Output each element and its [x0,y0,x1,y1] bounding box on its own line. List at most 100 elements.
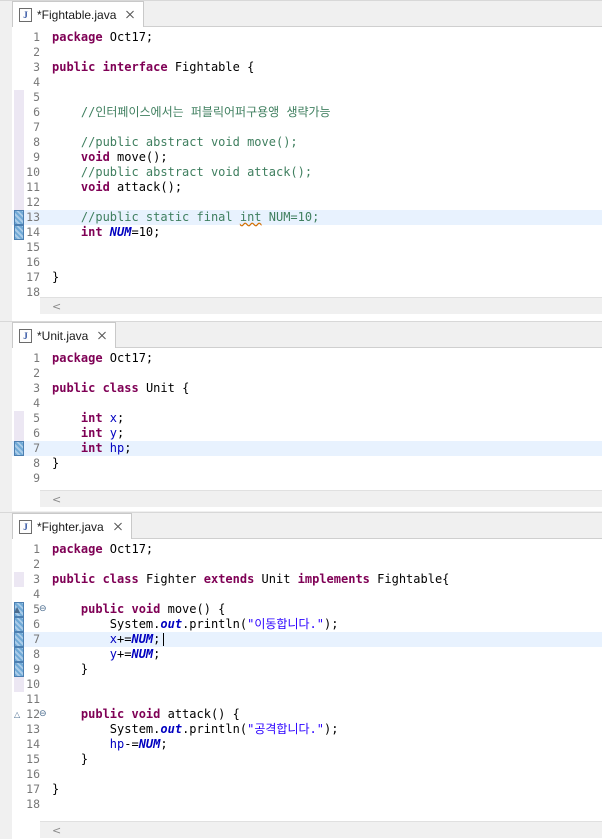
code-line[interactable]: 6 System.out.println("이동합니다."); [12,617,602,632]
change-marker[interactable] [14,647,24,662]
code-line[interactable]: 4 [12,396,602,411]
code-line[interactable]: 12 [12,195,602,210]
code-line[interactable]: 14 int NUM=10; [12,225,602,240]
code-line[interactable]: 6 //인터페이스에서는 퍼블릭어퍼구용앵 생략가능 [12,105,602,120]
code-line[interactable]: 17} [12,782,602,797]
close-icon[interactable] [96,330,107,341]
code-line[interactable]: 2 [12,366,602,381]
code-line[interactable]: 3 public class Fighter extends Unit imple… [12,572,602,587]
close-icon[interactable] [112,521,123,532]
code-text: public class Fighter extends Unit implem… [52,572,450,586]
code-text: } [52,752,89,766]
code-editor[interactable]: 18 17} 16 15 14 int NUM=10; 13 //public stati… [12,27,602,321]
horizontal-scrollbar[interactable]: < [40,490,602,507]
line-number: 5 [33,411,40,425]
horizontal-scrollbar[interactable]: < [40,297,602,314]
close-icon[interactable] [124,9,135,20]
code-line[interactable]: 4 [12,587,602,602]
diff-marker [14,572,24,587]
line-number: 2 [33,45,40,59]
line-number: 12 [26,707,40,721]
horizontal-scrollbar[interactable]: < [40,821,602,838]
code-line[interactable]: 3 public class Unit { [12,381,602,396]
code-text: int hp; [52,441,132,455]
code-line[interactable]: 15 [12,240,602,255]
code-text: package Oct17; [52,542,154,556]
code-line[interactable]: 7 x+=NUM; [12,632,602,647]
change-marker[interactable] [14,617,24,632]
code-line[interactable]: 13 System.out.println("공격합니다."); [12,722,602,737]
code-line[interactable]: 3 public interface Fightable { [12,60,602,75]
code-line[interactable]: 8} [12,456,602,471]
code-line[interactable]: 9 } [12,662,602,677]
java-file-icon: J [19,328,32,343]
code-line[interactable]: 7 [12,120,602,135]
code-line[interactable]: 5 int x; [12,411,602,426]
editor-tabbar: J *Unit.java [12,322,602,348]
code-line[interactable]: 15 } [12,752,602,767]
code-line[interactable]: 9 void move(); [12,150,602,165]
code-line[interactable]: 13 //public static final int NUM=10; [12,210,602,225]
change-marker[interactable] [14,662,24,677]
code-text: public class Unit { [52,381,190,395]
change-marker[interactable] [14,441,24,456]
code-line[interactable]: 5 [12,90,602,105]
line-number: 16 [26,255,40,269]
fold-toggle-icon[interactable]: ⊖ [39,707,47,722]
code-line[interactable]: 1 package Oct17; [12,542,602,557]
line-number: 5 [33,90,40,104]
code-line[interactable]: 6 int y; [12,426,602,441]
scroll-left-icon[interactable]: < [52,822,61,839]
line-number: 4 [33,587,40,601]
code-line[interactable]: 10 //public abstract void attack(); [12,165,602,180]
code-line[interactable]: 17} [12,270,602,285]
diff-marker [14,90,24,105]
line-number: 17 [26,782,40,796]
line-number: 7 [33,441,40,455]
code-line[interactable]: 2 [12,557,602,572]
tab-unit-java[interactable]: J *Unit.java [12,322,117,348]
code-line[interactable]: 11 void attack(); [12,180,602,195]
change-marker[interactable] [14,632,24,647]
line-number: 13 [26,722,40,736]
code-line[interactable]: 10 [12,677,602,692]
line-number: 13 [26,210,40,224]
line-number: 6 [33,105,40,119]
line-number: 9 [33,662,40,676]
code-line[interactable]: ▲ 5 ⊖ public void move() { [12,602,602,617]
scroll-left-icon[interactable]: < [52,491,61,508]
code-text: //public abstract void move(); [52,135,298,149]
code-line[interactable]: 8 y+=NUM; [12,647,602,662]
tab-fightable-java[interactable]: J *Fightable.java [12,1,145,27]
code-editor[interactable]: 18 17} 16 15 } 14 hp-=NUM; 13 System.out.prin… [12,539,602,839]
code-line[interactable]: 9 [12,471,602,486]
scroll-left-icon[interactable]: < [52,298,61,315]
tab-title: *Fighter.java [37,519,104,534]
code-line[interactable]: 16 [12,767,602,782]
code-line[interactable]: 4 [12,75,602,90]
change-marker[interactable] [14,225,24,240]
code-text: //public static final int NUM=10; [52,210,320,224]
java-file-icon: J [19,519,32,534]
code-line[interactable]: 8 //public abstract void move(); [12,135,602,150]
code-line[interactable]: 7 int hp; [12,441,602,456]
line-number: 14 [26,225,40,239]
code-line[interactable]: 1 package Oct17; [12,30,602,45]
code-line[interactable]: △ 12 ⊖ public void attack() { [12,707,602,722]
line-number: 18 [26,797,40,811]
line-number: 2 [33,366,40,380]
code-line[interactable]: 16 [12,255,602,270]
editor-pane-fightable: J *Fightable.java 18 17} 16 15 14 int NUM=10… [0,0,602,321]
fold-toggle-icon[interactable]: ⊖ [39,602,47,617]
editor-pane-unit: J *Unit.java 9 8} 7 int hp; 6 int y; 5 int x… [0,321,602,511]
code-line[interactable]: 11 [12,692,602,707]
code-line[interactable]: 18 [12,797,602,812]
change-marker[interactable] [14,210,24,225]
tab-fighter-java[interactable]: J *Fighter.java [12,513,132,539]
line-number: 14 [26,737,40,751]
code-editor[interactable]: 9 8} 7 int hp; 6 int y; 5 int x; 4 3 public cla… [12,348,602,511]
code-line[interactable]: 14 hp-=NUM; [12,737,602,752]
code-line[interactable]: 1 package Oct17; [12,351,602,366]
code-text: y+=NUM; [52,647,161,661]
code-line[interactable]: 2 [12,45,602,60]
